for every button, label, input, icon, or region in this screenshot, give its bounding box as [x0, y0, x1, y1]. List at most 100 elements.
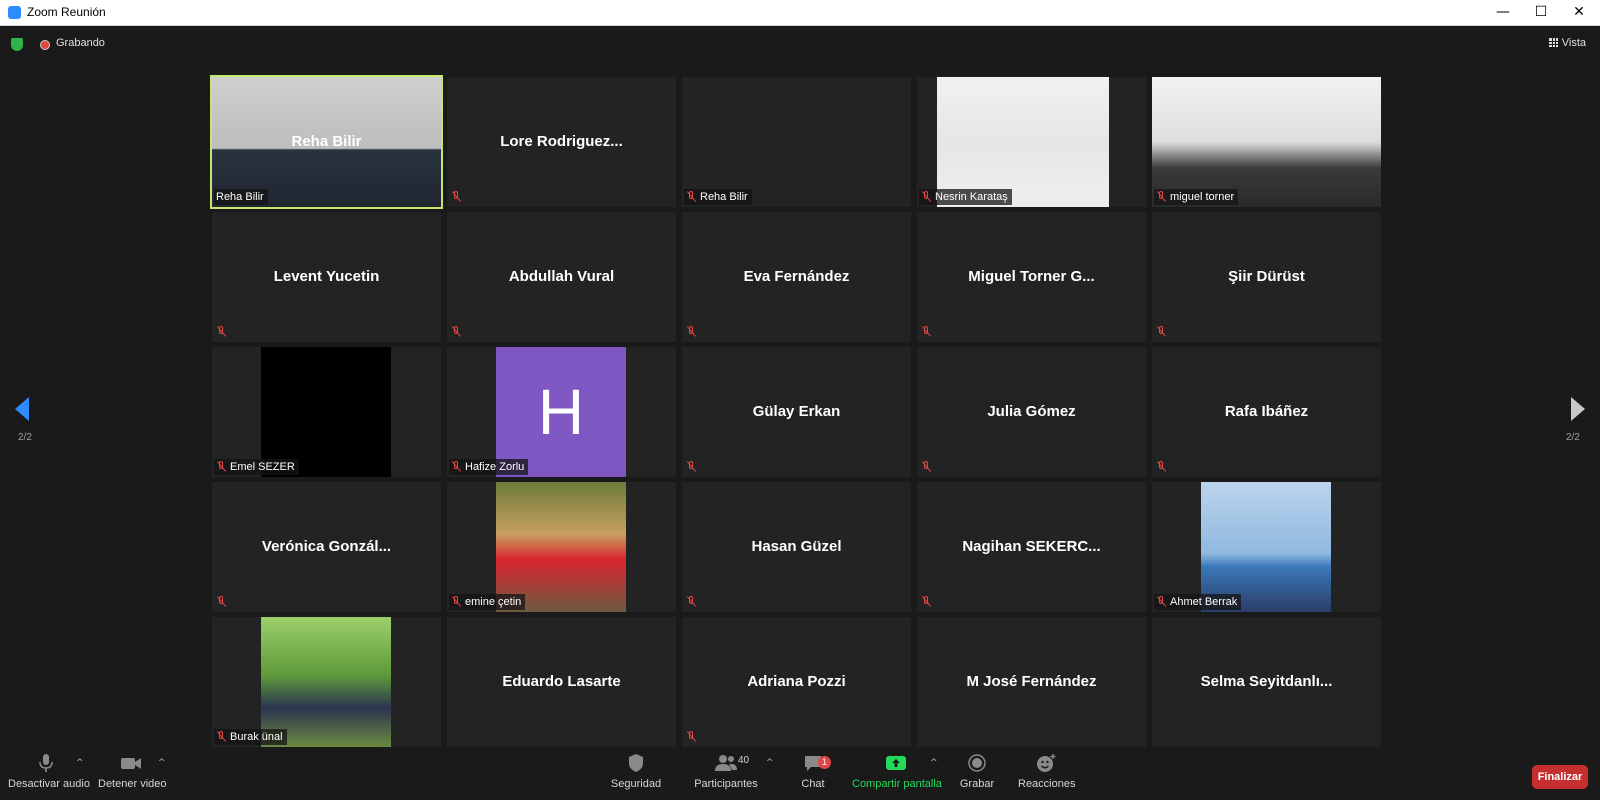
reactions-button[interactable]: Reacciones — [1018, 748, 1075, 790]
participant-tile[interactable]: Ahmet Berrak — [1152, 482, 1381, 612]
participant-tile[interactable]: Eva Fernández — [682, 212, 911, 342]
participant-tile[interactable]: Adriana Pozzi — [682, 617, 911, 747]
muted-microphone-icon — [686, 461, 697, 472]
participant-tile[interactable]: Gülay Erkan — [682, 347, 911, 477]
participants-icon — [688, 753, 764, 773]
video-camera-icon — [98, 753, 164, 773]
muted-microphone-icon — [216, 461, 227, 472]
participant-label: emine çetin — [449, 594, 526, 610]
participant-tile[interactable]: H Hafize Zorlu — [447, 347, 676, 477]
video-options-caret-icon[interactable]: ^ — [158, 758, 166, 768]
participant-tile[interactable]: Levent Yucetin — [212, 212, 441, 342]
page-indicator-right: 2/2 — [1566, 432, 1580, 443]
participant-tile[interactable]: Eduardo Lasarte — [447, 617, 676, 747]
participant-name: Lore Rodriguez... — [500, 133, 623, 150]
mute-audio-button[interactable]: Desactivar audio — [8, 748, 90, 790]
chat-button[interactable]: Chat — [793, 748, 833, 790]
view-button[interactable]: Vista — [1548, 37, 1586, 49]
close-button[interactable]: ✕ — [1560, 0, 1598, 25]
participant-label-text: emine çetin — [465, 596, 522, 608]
participant-tile[interactable]: Hasan Güzel — [682, 482, 911, 612]
participant-label-text: Reha Bilir — [700, 191, 748, 203]
participant-label — [1154, 324, 1174, 340]
participant-name: M José Fernández — [966, 673, 1097, 690]
muted-microphone-icon — [921, 461, 932, 472]
participant-label: miguel torner — [1154, 189, 1239, 205]
participant-video — [261, 617, 391, 747]
encryption-shield-icon[interactable] — [11, 38, 23, 51]
muted-microphone-icon — [1156, 191, 1167, 202]
participant-video — [496, 482, 626, 612]
participant-tile[interactable]: Reha Bilir — [682, 77, 911, 207]
participant-name: Julia Gómez — [987, 403, 1076, 420]
participant-video — [1152, 77, 1381, 207]
participant-tile[interactable]: Nagihan SEKERC... — [917, 482, 1146, 612]
share-screen-button[interactable]: Compartir pantalla — [852, 748, 942, 790]
participant-label — [1154, 459, 1174, 475]
participant-name: Selma Seyitdanlı... — [1200, 673, 1333, 690]
next-page-arrow-icon[interactable] — [1571, 397, 1585, 421]
participant-label — [449, 189, 469, 205]
participant-name: Nagihan SEKERC... — [962, 538, 1101, 555]
participant-tile[interactable]: Nesrin Karataş — [917, 77, 1146, 207]
record-button[interactable]: Grabar — [957, 748, 997, 790]
participant-tile[interactable]: Reha Bilir Reha Bilir — [210, 75, 443, 209]
meeting-topbar: Grabando Vista — [0, 26, 1600, 60]
stop-video-button[interactable]: Detener video — [98, 748, 167, 790]
muted-microphone-icon — [451, 326, 462, 337]
security-label: Seguridad — [610, 778, 662, 790]
participant-tile[interactable]: emine çetin — [447, 482, 676, 612]
mute-audio-label: Desactivar audio — [8, 778, 90, 790]
participant-tile[interactable]: Julia Gómez — [917, 347, 1146, 477]
participant-name: Eva Fernández — [743, 268, 850, 285]
meeting-toolbar: Desactivar audio ^ Detener video ^ Segur… — [0, 748, 1600, 800]
participant-tile[interactable]: Verónica Gonzál... — [212, 482, 441, 612]
participant-label-text: Burak ünal — [230, 731, 283, 743]
audio-options-caret-icon[interactable]: ^ — [76, 758, 84, 768]
participant-tile[interactable]: M José Fernández — [917, 617, 1146, 747]
participant-label: Reha Bilir — [214, 189, 268, 205]
participant-tile[interactable]: Emel SEZER — [212, 347, 441, 477]
participant-name: Şiir Dürüst — [1228, 268, 1305, 285]
participant-label — [919, 459, 939, 475]
participant-video: H — [496, 347, 626, 477]
recording-label[interactable]: Grabando — [56, 37, 105, 49]
participant-tile[interactable]: Miguel Torner G... — [917, 212, 1146, 342]
participant-name: Miguel Torner G... — [968, 268, 1095, 285]
muted-microphone-icon — [1156, 596, 1167, 607]
participant-label — [684, 594, 704, 610]
window-title: Zoom Reunión — [27, 5, 106, 19]
end-meeting-button[interactable]: Finalizar — [1532, 765, 1588, 789]
grid-view-icon — [1548, 38, 1558, 47]
muted-microphone-icon — [686, 731, 697, 742]
participants-label: Participantes — [694, 778, 758, 790]
security-shield-icon — [606, 753, 666, 773]
participant-tile[interactable]: Abdullah Vural — [447, 212, 676, 342]
participants-button[interactable]: Participantes — [688, 748, 764, 790]
participant-video — [937, 77, 1109, 207]
participant-tile[interactable]: Burak ünal — [212, 617, 441, 747]
recording-icon — [40, 40, 50, 50]
previous-page-arrow-icon[interactable] — [15, 397, 29, 421]
participants-options-caret-icon[interactable]: ^ — [766, 758, 774, 768]
participant-tile[interactable]: miguel torner — [1152, 77, 1381, 207]
participant-tile[interactable]: Lore Rodriguez... — [447, 77, 676, 207]
participant-tile[interactable]: Selma Seyitdanlı... — [1152, 617, 1381, 747]
muted-microphone-icon — [1156, 326, 1167, 337]
muted-microphone-icon — [921, 596, 932, 607]
stop-video-label: Detener video — [98, 778, 167, 790]
participant-tile[interactable]: Rafa Ibáñez — [1152, 347, 1381, 477]
share-options-caret-icon[interactable]: ^ — [930, 758, 938, 768]
avatar-initial: H — [537, 376, 585, 448]
view-label: Vista — [1561, 37, 1586, 49]
participant-label-text: Emel SEZER — [230, 461, 295, 473]
muted-microphone-icon — [216, 596, 227, 607]
participant-label — [449, 324, 469, 340]
muted-microphone-icon — [216, 731, 227, 742]
participant-name: Hasan Güzel — [751, 538, 842, 555]
minimize-button[interactable]: — — [1484, 0, 1522, 25]
participant-tile[interactable]: Şiir Dürüst — [1152, 212, 1381, 342]
share-screen-icon — [852, 753, 940, 773]
maximize-button[interactable]: ☐ — [1522, 0, 1560, 25]
security-button[interactable]: Seguridad — [606, 748, 666, 790]
